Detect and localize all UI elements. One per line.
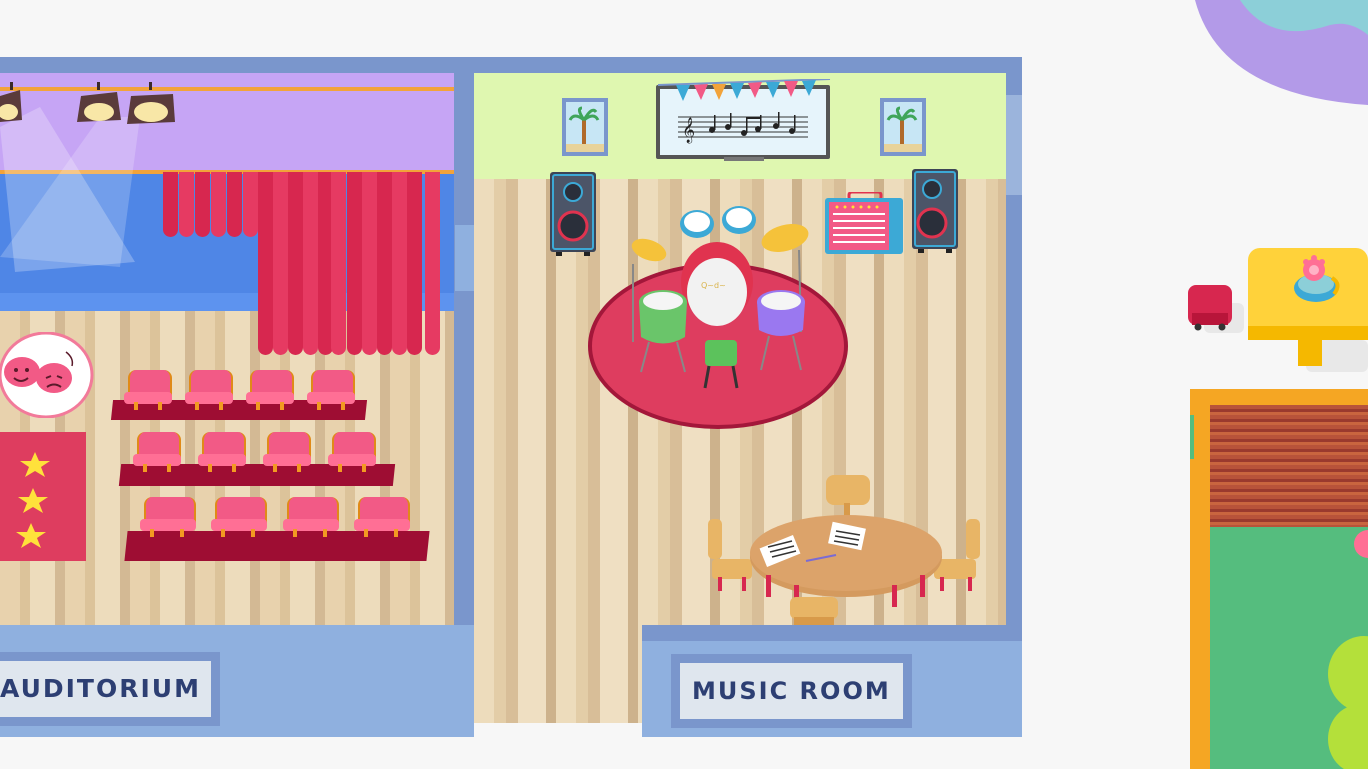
auditorium-sign: AUDITORIUM [0, 652, 220, 726]
stage-curtain-right [347, 172, 442, 355]
audience-seat[interactable] [261, 432, 313, 472]
audience-seat[interactable] [196, 432, 248, 472]
flower-icon [1354, 530, 1368, 558]
audience-seat[interactable] [138, 497, 196, 537]
svg-text:𝄞: 𝄞 [682, 117, 695, 143]
decorative-blob [1195, 0, 1368, 105]
theater-masks-icon[interactable] [0, 332, 94, 418]
stage-rail-top [0, 87, 454, 91]
star-icon [18, 488, 48, 513]
audience-seat[interactable] [244, 370, 296, 410]
auditorium-label: AUDITORIUM [0, 661, 211, 717]
auditorium-room[interactable]: AUDITORIUM [0, 57, 474, 737]
audience-seat[interactable] [183, 370, 235, 410]
music-room-label: MUSIC ROOM [680, 663, 903, 719]
red-stool-icon[interactable] [1186, 283, 1244, 333]
drum-kit-icon[interactable]: Q~d~ [619, 202, 819, 392]
side-window [1006, 337, 1022, 627]
garden-soil-bed [1210, 405, 1368, 527]
stage-curtain-left [258, 172, 346, 355]
audience-seat[interactable] [305, 370, 357, 410]
stage-curtain-top [163, 172, 258, 237]
spotlight-icon [0, 82, 22, 122]
music-room[interactable]: 𝄞 Q~d~ MUSIC ROOM [474, 57, 1022, 737]
star-icon [16, 523, 46, 548]
speaker-icon[interactable] [550, 172, 596, 256]
audience-seat[interactable] [326, 432, 378, 472]
music-room-sign: MUSIC ROOM [671, 654, 912, 728]
bush-icon [1328, 636, 1368, 769]
palm-picture-icon[interactable] [880, 98, 926, 156]
palm-picture-icon[interactable] [562, 98, 608, 156]
audience-seat[interactable] [281, 497, 339, 537]
study-table[interactable] [704, 475, 989, 625]
audience-seat[interactable] [131, 432, 183, 472]
side-window [1006, 95, 1022, 195]
audience-seat[interactable] [122, 370, 174, 410]
audience-seat[interactable] [352, 497, 410, 537]
star-carpet[interactable] [0, 432, 86, 561]
svg-text:Q~d~: Q~d~ [701, 281, 726, 290]
sheet-music-board-icon[interactable]: 𝄞 [654, 79, 832, 163]
garden-room[interactable] [1190, 389, 1368, 769]
amplifier-icon[interactable] [825, 192, 905, 254]
speaker-icon[interactable] [912, 169, 958, 253]
yellow-table[interactable] [1246, 248, 1368, 372]
spotlight-icon [77, 82, 121, 122]
star-icon [20, 452, 50, 477]
audience-seat[interactable] [209, 497, 267, 537]
music-room-wall-cap [642, 625, 1022, 641]
spotlight-icon [127, 82, 175, 124]
garden-side-window [1190, 415, 1194, 459]
